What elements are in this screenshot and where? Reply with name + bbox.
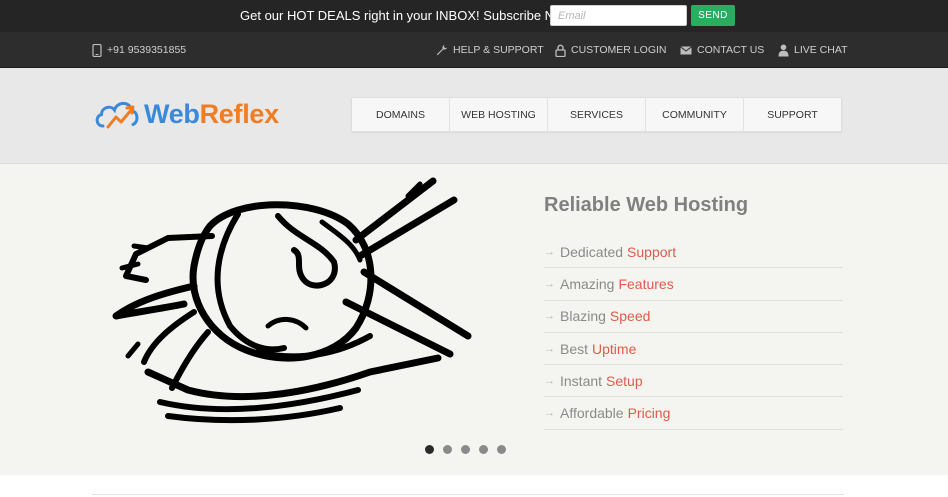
feature-label: Instant [560,372,603,389]
slider-dot-4[interactable] [479,445,488,454]
help-support-label: HELP & SUPPORT [453,44,544,56]
feature-highlight: Features [618,275,674,292]
utility-bar: +91 9539351855 HELP & SUPPORT CUSTOMER L… [0,32,948,68]
live-chat-link[interactable]: LIVE CHAT [778,32,847,68]
content-area [0,475,948,497]
hero-slider: Reliable Web Hosting → Dedicated Support →… [0,164,948,475]
slider-dot-3[interactable] [461,445,470,454]
feature-item: → Affordable Pricing [544,397,843,430]
feature-item: → Best Uptime [544,333,843,366]
logo-wordmark: WebReflex [144,99,279,130]
arrow-icon: → [544,407,555,420]
contact-us-label: CONTACT US [697,44,765,56]
arrow-icon: → [544,277,555,290]
feature-highlight: Uptime [592,340,637,357]
site-header: WebReflex DOMAINS WEB HOSTING SERVICES C… [0,68,948,164]
subscribe-promo-text: Get our HOT DEALS right in your INBOX! S… [240,8,577,23]
feature-item: → Dedicated Support [544,236,843,269]
nav-item-community[interactable]: COMMUNITY [646,98,744,131]
site-logo[interactable]: WebReflex [94,94,279,134]
feature-highlight: Speed [609,308,651,325]
feature-label: Affordable [560,405,624,422]
contact-us-link[interactable]: CONTACT US [680,32,764,68]
content-divider [92,494,844,495]
main-nav: DOMAINS WEB HOSTING SERVICES COMMUNITY S… [351,97,842,132]
slider-dot-2[interactable] [443,445,452,454]
nav-item-support[interactable]: SUPPORT [744,98,841,131]
feature-label: Blazing [560,308,606,325]
nav-item-services[interactable]: SERVICES [548,98,646,131]
phone-icon [92,43,102,57]
subscribe-send-button[interactable]: SEND [691,5,735,26]
feature-item: → Blazing Speed [544,301,843,333]
slider-dot-5[interactable] [497,445,506,454]
feature-highlight: Setup [606,372,643,389]
hero-title: Reliable Web Hosting [544,194,749,216]
arrow-icon: → [544,310,555,323]
arrow-icon: → [544,342,555,355]
nav-item-web-hosting[interactable]: WEB HOSTING [450,98,548,131]
customer-login-label: CUSTOMER LOGIN [571,44,667,56]
phone-number: +91 9539351855 [107,44,187,56]
feature-label: Best [560,340,589,357]
arrow-icon: → [544,374,555,387]
feature-list: → Dedicated Support → Amazing Features → Blaz… [544,236,843,430]
customer-login-link[interactable]: CUSTOMER LOGIN [555,32,666,68]
wrench-icon [436,44,448,56]
user-icon [778,44,789,56]
envelope-icon [680,45,692,54]
hands-holding-globe-illustration [112,177,472,424]
feature-label: Amazing [560,275,615,292]
arrow-icon: → [544,245,555,258]
cloud-logo-icon [95,101,139,129]
feature-highlight: Support [627,243,677,260]
help-support-link[interactable]: HELP & SUPPORT [436,32,544,68]
logo-word-web: Web [144,98,200,129]
lock-icon [555,44,566,57]
slider-dot-1[interactable] [425,445,434,454]
logo-word-reflex: Reflex [199,98,280,129]
live-chat-label: LIVE CHAT [794,44,848,56]
feature-item: → Amazing Features [544,268,843,301]
feature-item: → Instant Setup [544,365,843,398]
phone-contact: +91 9539351855 [92,32,186,68]
nav-item-domains[interactable]: DOMAINS [352,98,450,131]
slider-pagination [425,445,506,454]
subscribe-bar: Get our HOT DEALS right in your INBOX! S… [0,0,948,32]
feature-label: Dedicated [560,243,624,260]
feature-highlight: Pricing [627,405,671,422]
subscribe-email-input[interactable] [550,5,687,26]
